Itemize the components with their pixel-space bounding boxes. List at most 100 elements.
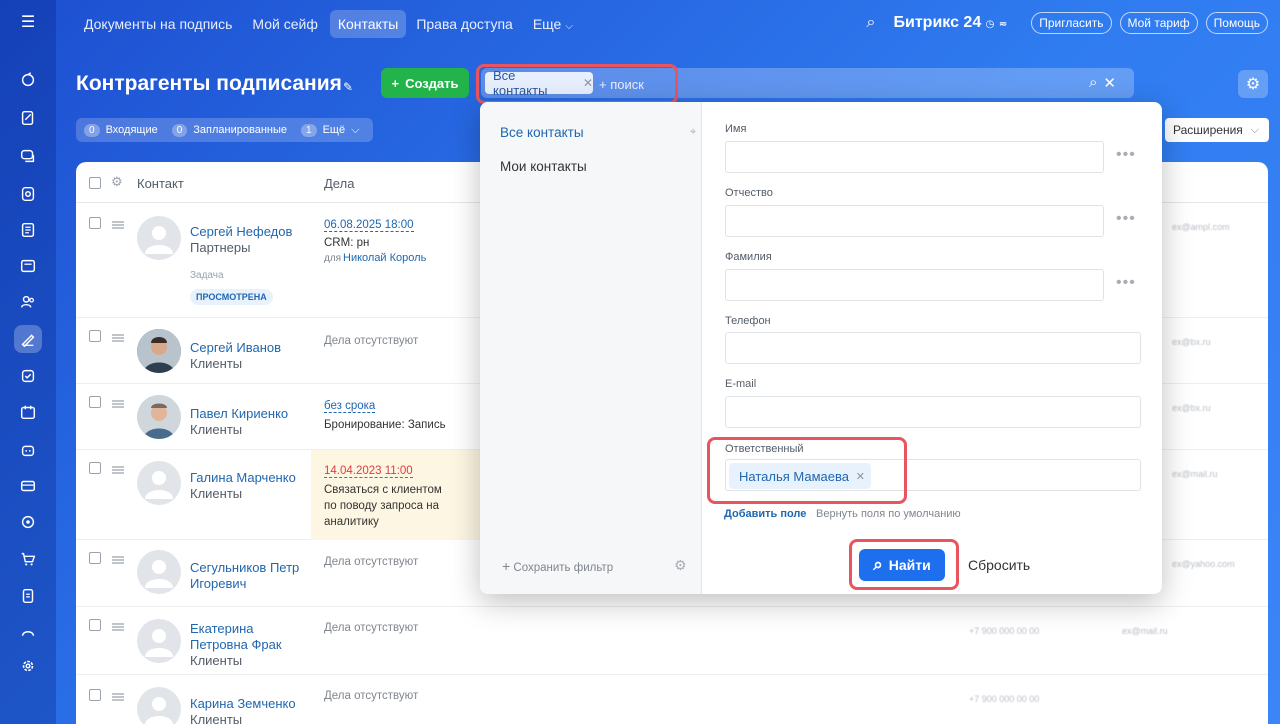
email-value[interactable]: ex@ampl.com — [1172, 222, 1230, 232]
document-sign-icon[interactable] — [14, 104, 42, 132]
save-filter-button[interactable]: + Сохранить фильтр — [502, 558, 613, 574]
users-icon[interactable] — [14, 288, 42, 316]
help-button[interactable]: Помощь — [1205, 12, 1268, 34]
restore-fields-link[interactable]: Вернуть поля по умолчанию — [816, 508, 961, 520]
counter-more-label[interactable]: Ещё — [323, 124, 346, 136]
extensions-button[interactable]: Расширения ⌵ — [1165, 118, 1269, 142]
menu-icon[interactable]: ☰ — [14, 8, 42, 36]
drag-handle-icon[interactable] — [112, 400, 124, 408]
calendar-icon[interactable] — [14, 398, 42, 426]
pin-icon[interactable]: ⌖ — [690, 126, 696, 139]
responsible-link[interactable]: Николай Король — [343, 252, 426, 264]
contact-name-link[interactable]: Сергей Нефедов — [190, 224, 292, 240]
find-highlight-frame — [849, 539, 959, 590]
chevron-down-icon: ⌵ — [565, 21, 573, 32]
invite-button[interactable]: Пригласить — [1031, 12, 1112, 34]
cart-icon[interactable] — [14, 545, 42, 573]
chat-icon[interactable] — [14, 142, 42, 170]
contact-name-line-1[interactable]: Екатерина — [190, 621, 254, 637]
contact-name-link[interactable]: Галина Марченко — [190, 470, 296, 486]
gear-icon[interactable]: ⚙ — [674, 557, 687, 574]
more-dots-icon[interactable]: ••• — [1116, 274, 1136, 292]
calendar-card-icon[interactable] — [14, 252, 42, 280]
drag-handle-icon[interactable] — [112, 466, 124, 474]
row-checkbox[interactable] — [89, 552, 101, 564]
reset-button[interactable]: Сбросить — [968, 557, 1030, 573]
tab-more[interactable]: Еще ⌵ — [533, 16, 573, 32]
signal-icon[interactable] — [14, 620, 42, 648]
contact-name-link[interactable]: Сергей Иванов — [190, 340, 281, 356]
drag-handle-icon[interactable] — [112, 334, 124, 342]
preset-all-contacts[interactable]: Все контакты — [500, 125, 584, 140]
email-value[interactable]: ex@bx.ru — [1172, 403, 1211, 413]
deal-date[interactable]: без срока — [324, 400, 376, 413]
checkbox-task-icon[interactable] — [14, 362, 42, 390]
row-checkbox[interactable] — [89, 462, 101, 474]
email-value[interactable]: ex@mail.ru — [1122, 626, 1168, 636]
email-value[interactable]: ex@mail.ru — [1172, 469, 1218, 479]
drag-handle-icon[interactable] — [112, 221, 124, 229]
phone-value[interactable]: +7 900 000 00 00 — [969, 626, 1039, 636]
table-row[interactable]: Карина Земченко Клиенты Дела отсутствуют… — [76, 675, 1268, 724]
email-value[interactable]: ex@bx.ru — [1172, 337, 1211, 347]
email-field[interactable] — [725, 396, 1141, 428]
column-header-contact[interactable]: Контакт — [137, 176, 184, 191]
card-icon[interactable] — [14, 472, 42, 500]
deal-date-overdue[interactable]: 14.04.2023 11:00 — [324, 465, 413, 478]
row-checkbox[interactable] — [89, 217, 101, 229]
avatar — [137, 619, 181, 663]
my-plan-button[interactable]: Мой тариф — [1119, 12, 1198, 34]
email-value[interactable]: ex@yahoo.com — [1172, 559, 1235, 569]
sign-pen-icon[interactable] — [14, 325, 42, 353]
contact-name-link[interactable]: Карина Земченко — [190, 696, 296, 712]
deal-date[interactable]: 06.08.2025 18:00 — [324, 219, 414, 232]
drag-handle-icon[interactable] — [112, 693, 124, 701]
file-icon[interactable] — [14, 582, 42, 610]
tab-my-safe[interactable]: Мой сейф — [252, 16, 317, 32]
patronymic-field[interactable] — [725, 205, 1104, 237]
pin-icon[interactable]: ✎ — [343, 80, 353, 94]
row-checkbox[interactable] — [89, 689, 101, 701]
tab-access-rights[interactable]: Права доступа — [416, 16, 512, 32]
search-icon[interactable]: ⌕ — [1089, 74, 1097, 92]
phone-value[interactable]: +7 900 000 00 00 — [969, 694, 1039, 704]
create-button[interactable]: + Создать — [381, 68, 469, 98]
disk-icon[interactable] — [14, 180, 42, 208]
table-row[interactable]: Екатерина Петровна Фрак Клиенты Дела отс… — [76, 607, 1268, 675]
contact-name-line-1[interactable]: Сегульников Петр — [190, 560, 299, 576]
last-name-field[interactable] — [725, 269, 1104, 301]
drag-handle-icon[interactable] — [112, 556, 124, 564]
tab-contacts[interactable]: Контакты — [329, 10, 407, 38]
search-icon[interactable]: ⌕ — [867, 14, 876, 32]
more-dots-icon[interactable]: ••• — [1116, 210, 1136, 228]
contact-name-line-2[interactable]: Игоревич — [190, 576, 246, 592]
add-field-link[interactable]: Добавить поле — [724, 508, 806, 520]
tab-documents-to-sign[interactable]: Документы на подпись — [84, 16, 232, 32]
row-checkbox[interactable] — [89, 330, 101, 342]
clear-icon[interactable]: ✕ — [1103, 74, 1116, 92]
phone-field[interactable] — [725, 332, 1141, 364]
no-deals-text: Дела отсутствуют — [324, 622, 419, 634]
first-name-field[interactable] — [725, 141, 1104, 173]
gear-icon[interactable]: ⚙ — [111, 174, 123, 190]
contact-name-line-2[interactable]: Петровна Фрак — [190, 637, 282, 653]
row-checkbox[interactable] — [89, 619, 101, 631]
brand-logo[interactable]: Битрикс 24 ◷ ≂ — [894, 14, 1008, 32]
settings-icon[interactable] — [14, 652, 42, 680]
sync-icon[interactable] — [14, 66, 42, 94]
row-checkbox[interactable] — [89, 396, 101, 408]
select-all-checkbox[interactable] — [89, 177, 101, 189]
contact-name-link[interactable]: Павел Кириенко — [190, 406, 288, 422]
counter-incoming-label[interactable]: Входящие — [106, 124, 158, 136]
counter-planned-label[interactable]: Запланированные — [193, 124, 287, 136]
robot-icon[interactable] — [14, 436, 42, 464]
news-icon[interactable] — [14, 216, 42, 244]
more-dots-icon[interactable]: ••• — [1116, 146, 1136, 164]
gear-icon[interactable]: ⚙ — [1238, 70, 1268, 98]
drag-handle-icon[interactable] — [112, 623, 124, 631]
target-icon[interactable] — [14, 508, 42, 536]
preset-my-contacts[interactable]: Мои контакты — [500, 159, 587, 174]
avatar — [137, 329, 181, 373]
deal-text-line-2: по поводу запроса на — [324, 500, 439, 512]
column-header-deals[interactable]: Дела — [324, 176, 354, 191]
